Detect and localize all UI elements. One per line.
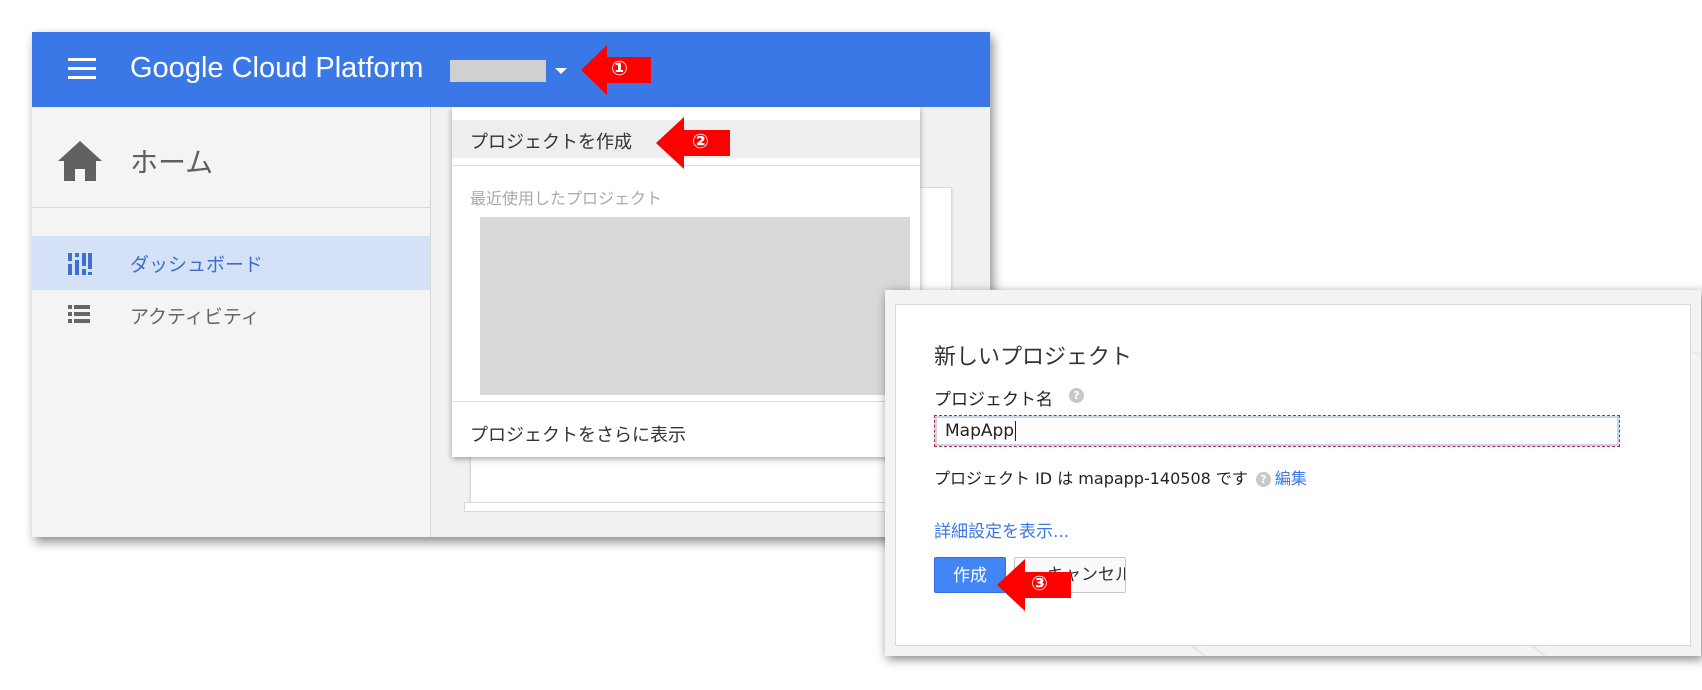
help-icon[interactable]: ? [1255,472,1271,487]
home-icon [56,139,104,187]
project-name-label: プロジェクト名 [934,390,1053,410]
project-selector[interactable] [450,60,546,82]
annotation-number: ① [611,56,628,80]
sidebar-home[interactable]: ホーム [32,107,430,208]
project-id-info: プロジェクト ID は mapapp-140508 です? 編集 [934,465,1307,489]
sidebar: ホーム ダッシュボード アクティビティ [32,107,431,537]
edit-project-id-link[interactable]: 編集 [1275,469,1307,488]
sidebar-home-label: ホーム [130,146,214,179]
text-cursor [1015,421,1017,441]
dialog-title: 新しいプロジェクト [934,345,1133,370]
recent-projects-list[interactable] [480,217,910,395]
show-more-projects-link[interactable]: プロジェクトをさらに表示 [470,421,686,447]
create-button[interactable]: 作成 [934,557,1006,593]
annotation-arrow-1: ① [581,45,651,99]
sidebar-item-label: ダッシュボード [130,254,264,276]
recent-projects-heading: 最近使用したプロジェクト [470,189,663,208]
create-project-label: プロジェクトを作成 [470,132,632,153]
project-id-text: プロジェクト ID は mapapp-140508 です [934,469,1248,488]
annotation-arrow-2: ② [656,117,730,173]
top-app-bar: Google Cloud Platform [32,32,990,107]
project-name-input[interactable]: MapApp [934,415,1620,447]
sidebar-item-label: アクティビティ [130,306,260,328]
caret-down-icon[interactable] [555,68,567,74]
show-advanced-link[interactable]: 詳細設定を表示... [934,517,1069,542]
project-name-value: MapApp [945,421,1015,441]
hamburger-icon[interactable] [68,58,96,80]
sidebar-item-dashboard[interactable]: ダッシュボード [32,236,430,290]
annotation-number: ③ [1031,571,1048,595]
annotation-number: ② [692,129,709,153]
content-card [464,502,936,512]
sidebar-item-activity[interactable]: アクティビティ [32,288,430,342]
app-title: Google Cloud Platform [130,52,424,84]
list-icon [68,305,90,327]
divider [452,401,920,402]
help-icon[interactable]: ? [1069,388,1084,403]
gcp-console-screenshot: ホーム ダッシュボード アクティビティ Google Cloud Platfor… [32,32,990,537]
dashboard-icon [68,253,92,279]
annotation-arrow-3: ③ [997,559,1071,615]
